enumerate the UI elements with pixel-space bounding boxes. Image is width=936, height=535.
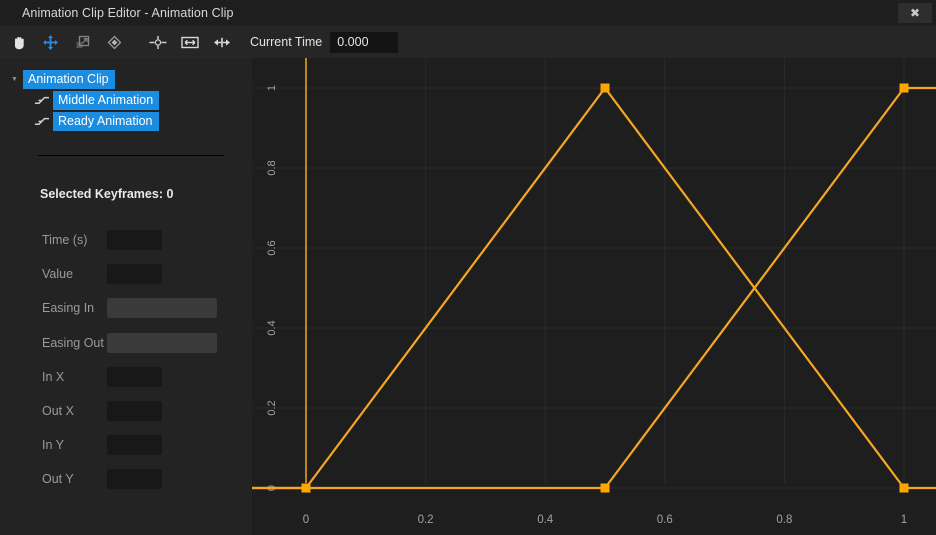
plot-background <box>252 58 936 535</box>
property-row-out-y: Out Y <box>0 462 252 496</box>
property-row-in-y: In Y <box>0 428 252 462</box>
tree-item-label: Middle Animation <box>53 91 159 110</box>
title-bar: Animation Clip Editor - Animation Clip ✖ <box>0 0 936 26</box>
window-title: Animation Clip Editor - Animation Clip <box>22 6 234 20</box>
selected-keyframes-count: 0 <box>166 187 173 201</box>
scale-tool-icon[interactable] <box>68 29 96 55</box>
time-field[interactable] <box>107 230 162 250</box>
x-tick-label: 0.2 <box>418 514 434 526</box>
property-label: Out X <box>42 404 74 418</box>
tree-item-ready-animation[interactable]: Ready Animation <box>0 112 252 131</box>
x-tick-label: 0.8 <box>776 514 792 526</box>
property-label: Easing In <box>42 301 94 315</box>
keyframe-properties: Time (s) Value Easing In Easing Out In X… <box>0 223 252 497</box>
tree-item-middle-animation[interactable]: Middle Animation <box>0 91 252 110</box>
property-row-easing-out: Easing Out <box>0 326 252 360</box>
curve-icon <box>34 94 50 107</box>
selected-keyframes-label: Selected Keyframes: <box>40 187 163 201</box>
easing-in-select[interactable] <box>107 298 217 318</box>
keyframe-marker[interactable] <box>302 484 311 493</box>
property-row-out-x: Out X <box>0 394 252 428</box>
sidebar: ▼ Animation Clip Middle Animation <box>0 58 252 535</box>
property-row-value: Value <box>0 257 252 291</box>
current-time-input[interactable]: 0.000 <box>330 32 398 53</box>
animation-clip-editor-window: Animation Clip Editor - Animation Clip ✖ <box>0 0 936 535</box>
property-row-time: Time (s) <box>0 223 252 257</box>
tree-item-label: Animation Clip <box>23 70 115 89</box>
tree-item-label: Ready Animation <box>53 112 159 131</box>
property-row-in-x: In X <box>0 360 252 394</box>
out-y-field[interactable] <box>107 469 162 489</box>
easing-out-select[interactable] <box>107 333 217 353</box>
animation-tree: ▼ Animation Clip Middle Animation <box>0 58 252 131</box>
x-tick-label: 1 <box>901 514 907 526</box>
property-label: In Y <box>42 438 64 452</box>
y-tick-label: 1 <box>266 85 278 91</box>
selected-keyframes-status: Selected Keyframes: 0 <box>40 187 173 201</box>
tree-item-animation-clip[interactable]: ▼ Animation Clip <box>0 70 252 89</box>
toolbar-separator <box>128 42 140 43</box>
property-label: Easing Out <box>42 336 104 350</box>
keyframe-marker[interactable] <box>900 484 909 493</box>
keyframe-marker[interactable] <box>601 84 610 93</box>
out-x-field[interactable] <box>107 401 162 421</box>
x-tick-label: 0.6 <box>657 514 673 526</box>
x-tick-label: 0 <box>303 514 309 526</box>
close-icon[interactable]: ✖ <box>898 3 932 23</box>
value-field[interactable] <box>107 264 162 284</box>
pan-tool-icon[interactable] <box>4 29 32 55</box>
move-tool-icon[interactable] <box>36 29 64 55</box>
toolbar: Current Time 0.000 <box>0 26 936 58</box>
x-tick-label: 0.4 <box>537 514 554 526</box>
y-tick-label: 0.6 <box>266 240 278 255</box>
curve-editor-canvas[interactable]: 00.20.40.60.8100.20.40.60.81 <box>252 58 936 535</box>
keyframe-tool-icon[interactable] <box>100 29 128 55</box>
property-label: Time (s) <box>42 233 87 247</box>
y-tick-label: 0.2 <box>266 400 278 415</box>
property-row-easing-in: Easing In <box>0 291 252 325</box>
y-tick-label: 0.4 <box>266 320 278 335</box>
keyframe-marker[interactable] <box>900 84 909 93</box>
sidebar-divider <box>38 155 224 156</box>
in-x-field[interactable] <box>107 367 162 387</box>
curve-icon <box>34 115 50 128</box>
property-label: Out Y <box>42 472 74 486</box>
in-y-field[interactable] <box>107 435 162 455</box>
fit-vertical-icon[interactable] <box>144 29 172 55</box>
property-label: In X <box>42 370 64 384</box>
y-tick-label: 0.8 <box>266 160 278 175</box>
chevron-down-icon[interactable]: ▼ <box>8 73 21 86</box>
snap-icon[interactable] <box>208 29 236 55</box>
property-label: Value <box>42 267 73 281</box>
fit-horizontal-icon[interactable] <box>176 29 204 55</box>
keyframe-marker[interactable] <box>601 484 610 493</box>
curve-graph[interactable]: 00.20.40.60.8100.20.40.60.81 <box>252 58 936 535</box>
current-time-label: Current Time <box>250 35 322 49</box>
